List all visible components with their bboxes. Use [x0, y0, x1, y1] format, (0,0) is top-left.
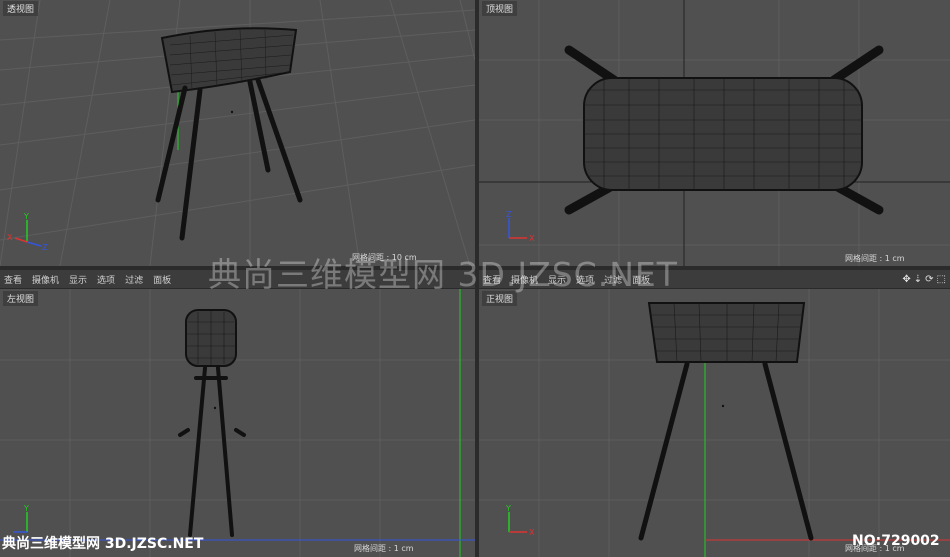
menu-view[interactable]: 查看 — [4, 273, 22, 286]
top-viewport[interactable]: 顶视图 Z X 网格间距: 1 cm — [479, 0, 950, 266]
front-viewport[interactable]: 查看 摄像机 显示 选项 过滤 面板 ✥ ⇣ ⟳ ⬚ 正视图 Y X 网格间距 … — [479, 270, 950, 557]
axis-y-label: Y — [23, 212, 29, 221]
svg-text:Z: Z — [506, 210, 512, 219]
front-axis-gizmo: Y X — [505, 504, 535, 537]
svg-text:X: X — [529, 234, 535, 243]
left-grid-spacing: 网格间距 : 1 cm — [354, 544, 414, 553]
svg-text:Y: Y — [23, 504, 29, 513]
perspective-scene — [0, 0, 475, 266]
maximize-icon[interactable]: ⬚ — [937, 274, 946, 285]
watermark-bottom: 典尚三维模型网 3D.JZSC.NET — [2, 536, 204, 552]
top-grid-spacing: 网格间距 : 1 cm — [845, 254, 905, 263]
menu-panel[interactable]: 面板 — [153, 273, 171, 286]
perspective-viewport-title: 透视图 — [3, 1, 39, 16]
left-viewport-title: 左视图 — [3, 291, 39, 306]
menu-display[interactable]: 显示 — [69, 273, 87, 286]
svg-text:X: X — [529, 528, 535, 537]
down-arrow-icon[interactable]: ⇣ — [914, 274, 922, 285]
top-viewport-title: 顶视图 — [482, 1, 518, 16]
perspective-axis-gizmo: Y X Z — [7, 212, 48, 252]
svg-text:Y: Y — [505, 504, 511, 513]
move-icon[interactable]: ✥ — [902, 274, 910, 285]
top-scene — [479, 0, 950, 266]
menu-filter[interactable]: 过滤 — [125, 273, 143, 286]
viewport-tools: ✥ ⇣ ⟳ ⬚ — [902, 274, 946, 285]
left-viewport[interactable]: 查看 摄像机 显示 选项 过滤 面板 左视图 Y 网格间距: 1 cm — [0, 270, 475, 557]
rotate-icon[interactable]: ⟳ — [925, 274, 933, 285]
axis-z-label: Z — [42, 243, 48, 252]
front-scene — [479, 288, 950, 557]
left-scene — [0, 288, 475, 557]
watermark: 典尚三维模型网 3D.JZSC.NET — [208, 255, 678, 294]
axis-x-label: X — [7, 233, 13, 242]
model-number: NO:729002 — [852, 533, 940, 549]
perspective-viewport[interactable]: 透视图 Y X Z 网格间距: 10 cm — [0, 0, 475, 266]
menu-camera[interactable]: 摄像机 — [32, 273, 59, 286]
menu-options[interactable]: 选项 — [97, 273, 115, 286]
top-axis-gizmo: Z X — [506, 210, 535, 243]
